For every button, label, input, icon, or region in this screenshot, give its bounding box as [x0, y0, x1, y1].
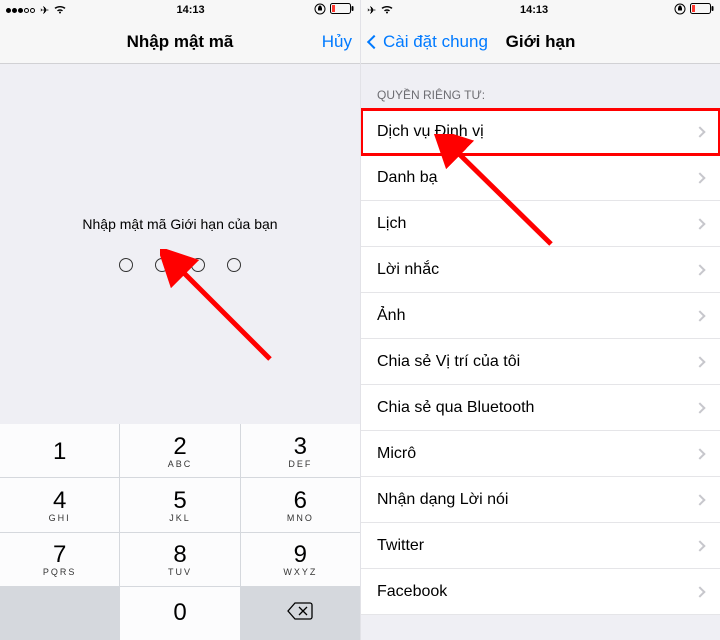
row-label: Twitter [377, 537, 424, 555]
row-share-location[interactable]: Chia sẻ Vị trí của tôi [361, 339, 720, 385]
chevron-right-icon [694, 494, 705, 505]
numeric-keypad: 1 2ABC 3DEF 4GHI 5JKL 6MNO 7PQRS 8TUV 9W… [0, 424, 360, 640]
row-label: Nhận dạng Lời nói [377, 491, 508, 509]
nav-title: Nhập mật mã [127, 32, 234, 52]
chevron-right-icon [694, 172, 705, 183]
key-digit: 4 [53, 487, 66, 515]
row-label: Chia sẻ Vị trí của tôi [377, 353, 520, 371]
row-contacts[interactable]: Danh bạ [361, 155, 720, 201]
passcode-area: Nhập mật mã Giới hạn của bạn [0, 64, 360, 424]
row-speech-recognition[interactable]: Nhận dạng Lời nói [361, 477, 720, 523]
key-digit: 8 [173, 541, 186, 569]
row-twitter[interactable]: Twitter [361, 523, 720, 569]
key-digit: 5 [173, 487, 186, 515]
nav-bar: Nhập mật mã Hủy [0, 20, 360, 64]
key-letters: JKL [169, 513, 191, 523]
row-label: Dịch vụ Định vị [377, 123, 484, 141]
passcode-prompt: Nhập mật mã Giới hạn của bạn [82, 216, 277, 232]
row-facebook[interactable]: Facebook [361, 569, 720, 615]
key-1[interactable]: 1 [0, 424, 119, 477]
privacy-list: Dịch vụ Định vị Danh bạ Lịch Lời nhắc Ản… [361, 108, 720, 615]
chevron-right-icon [694, 402, 705, 413]
chevron-right-icon [694, 586, 705, 597]
key-digit: 3 [294, 433, 307, 461]
key-0[interactable]: 0 [120, 587, 239, 640]
key-digit: 6 [294, 487, 307, 515]
key-digit: 1 [53, 438, 66, 466]
passcode-dot [191, 258, 205, 272]
settings-content: QUYỀN RIÊNG TƯ: Dịch vụ Định vị Danh bạ … [361, 64, 720, 640]
chevron-right-icon [694, 218, 705, 229]
key-8[interactable]: 8TUV [120, 533, 239, 586]
key-2[interactable]: 2ABC [120, 424, 239, 477]
key-9[interactable]: 9WXYZ [241, 533, 360, 586]
back-label: Cài đặt chung [383, 32, 488, 52]
row-label: Danh bạ [377, 169, 438, 187]
key-letters: MNO [287, 513, 314, 523]
row-label: Chia sẻ qua Bluetooth [377, 399, 534, 417]
passcode-dot [155, 258, 169, 272]
key-letters: WXYZ [283, 567, 317, 577]
chevron-right-icon [694, 126, 705, 137]
row-label: Lịch [377, 215, 406, 233]
section-header-privacy: QUYỀN RIÊNG TƯ: [361, 64, 720, 108]
chevron-right-icon [694, 540, 705, 551]
key-letters: PQRS [43, 567, 77, 577]
back-button[interactable]: Cài đặt chung [369, 20, 488, 64]
key-letters: TUV [168, 567, 192, 577]
passcode-dot [227, 258, 241, 272]
row-label: Facebook [377, 583, 447, 601]
key-letters: ABC [168, 459, 193, 469]
key-digit: 0 [173, 599, 186, 627]
battery-icon [690, 3, 714, 17]
row-bluetooth-share[interactable]: Chia sẻ qua Bluetooth [361, 385, 720, 431]
key-letters: DEF [288, 459, 312, 469]
key-4[interactable]: 4GHI [0, 478, 119, 531]
row-reminders[interactable]: Lời nhắc [361, 247, 720, 293]
row-label: Micrô [377, 445, 416, 463]
status-bar: ✈︎ 14:13 [0, 0, 360, 20]
key-5[interactable]: 5JKL [120, 478, 239, 531]
chevron-right-icon [694, 356, 705, 367]
status-bar: ✈︎ 14:13 [361, 0, 720, 20]
nav-title: Giới hạn [506, 32, 576, 52]
key-delete[interactable] [241, 587, 360, 640]
cancel-button[interactable]: Hủy [322, 20, 352, 64]
wifi-icon [53, 4, 67, 17]
key-blank [0, 587, 119, 640]
pane-restrictions: ✈︎ 14:13 Cài đặt chung Giới hạn [360, 0, 720, 640]
key-7[interactable]: 7PQRS [0, 533, 119, 586]
airplane-icon: ✈︎ [367, 4, 376, 17]
orientation-lock-icon [674, 3, 686, 18]
key-3[interactable]: 3DEF [241, 424, 360, 477]
key-digit: 9 [294, 541, 307, 569]
battery-icon [330, 3, 354, 17]
nav-bar: Cài đặt chung Giới hạn [361, 20, 720, 64]
key-digit: 2 [173, 433, 186, 461]
passcode-dot [119, 258, 133, 272]
chevron-right-icon [694, 310, 705, 321]
row-location-services[interactable]: Dịch vụ Định vị [361, 109, 720, 155]
wifi-icon [380, 4, 394, 17]
chevron-right-icon [694, 264, 705, 275]
row-photos[interactable]: Ảnh [361, 293, 720, 339]
chevron-right-icon [694, 448, 705, 459]
passcode-dots [119, 258, 241, 272]
key-6[interactable]: 6MNO [241, 478, 360, 531]
signal-dots-icon [6, 4, 36, 16]
row-calendar[interactable]: Lịch [361, 201, 720, 247]
key-letters: GHI [49, 513, 71, 523]
row-microphone[interactable]: Micrô [361, 431, 720, 477]
status-time: 14:13 [177, 4, 205, 16]
airplane-icon: ✈︎ [40, 4, 49, 17]
chevron-left-icon [367, 35, 381, 49]
row-label: Ảnh [377, 307, 405, 325]
backspace-icon [287, 599, 313, 627]
orientation-lock-icon [314, 3, 326, 18]
key-digit: 7 [53, 541, 66, 569]
status-time: 14:13 [520, 4, 548, 16]
row-label: Lời nhắc [377, 261, 439, 279]
pane-passcode: ✈︎ 14:13 Nhập mật mã Hủy Nhập mật mã Giớ… [0, 0, 360, 640]
